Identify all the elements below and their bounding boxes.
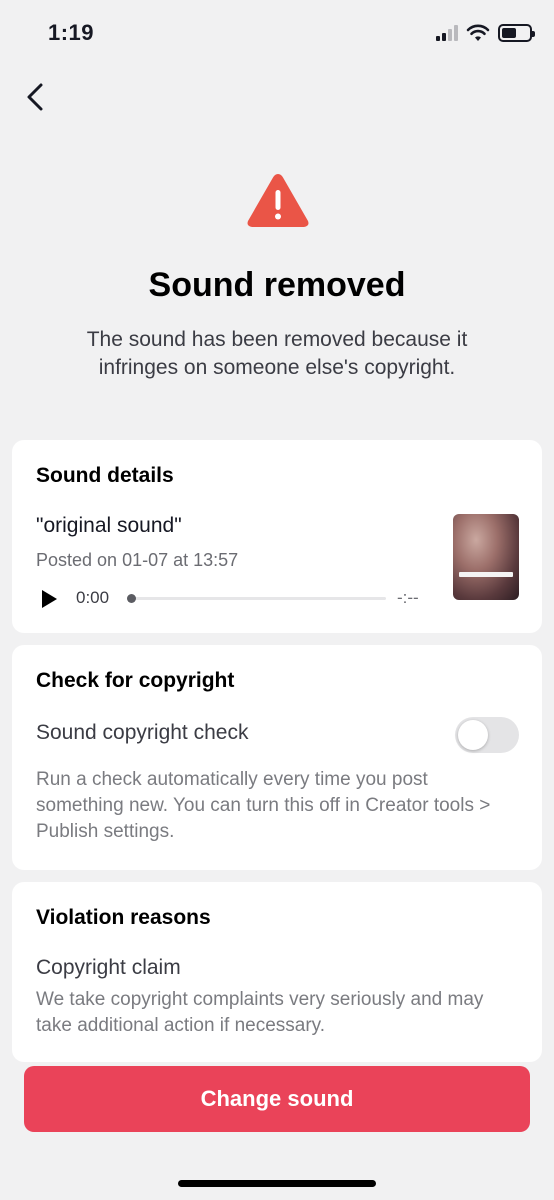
copyright-check-label: Sound copyright check [36,721,249,744]
violation-reasons-card: Violation reasons Copyright claim We tak… [12,882,542,1062]
progress-knob[interactable] [127,594,136,603]
audio-progress-bar[interactable] [127,594,386,603]
change-sound-button[interactable]: Change sound [24,1066,530,1132]
violation-description: We take copyright complaints very seriou… [36,989,484,1036]
copyright-check-toggle[interactable] [455,717,519,753]
chevron-left-icon [27,83,43,111]
copyright-check-description: Run a check automatically every time you… [36,769,491,842]
home-indicator [178,1180,376,1187]
sound-details-card: Sound details "original sound" Posted on… [12,440,542,633]
screen: 1:19 Sound removed The sound has been re… [0,0,554,1200]
copyright-check-card: Check for copyright Sound copyright chec… [12,645,542,870]
sound-details-heading: Sound details [36,464,174,487]
warning-icon [247,174,309,227]
wifi-icon [466,24,490,41]
removal-message: The sound has been removed because it in… [86,328,468,379]
page-title: Sound removed [148,266,406,304]
status-icons [436,24,535,42]
duration: -:-- [397,588,419,607]
battery-icon [498,24,535,42]
signal-icon [436,25,458,41]
back-button[interactable] [18,80,52,114]
status-time: 1:19 [48,20,95,45]
sound-name: "original sound" [36,514,182,537]
posted-date: Posted on 01-07 at 13:57 [36,550,239,570]
violation-reason: Copyright claim [36,956,181,979]
play-icon[interactable] [38,588,60,610]
violation-reasons-heading: Violation reasons [36,906,211,929]
copyright-check-heading: Check for copyright [36,669,235,692]
current-time: 0:00 [76,588,110,607]
video-thumbnail[interactable] [453,514,519,600]
